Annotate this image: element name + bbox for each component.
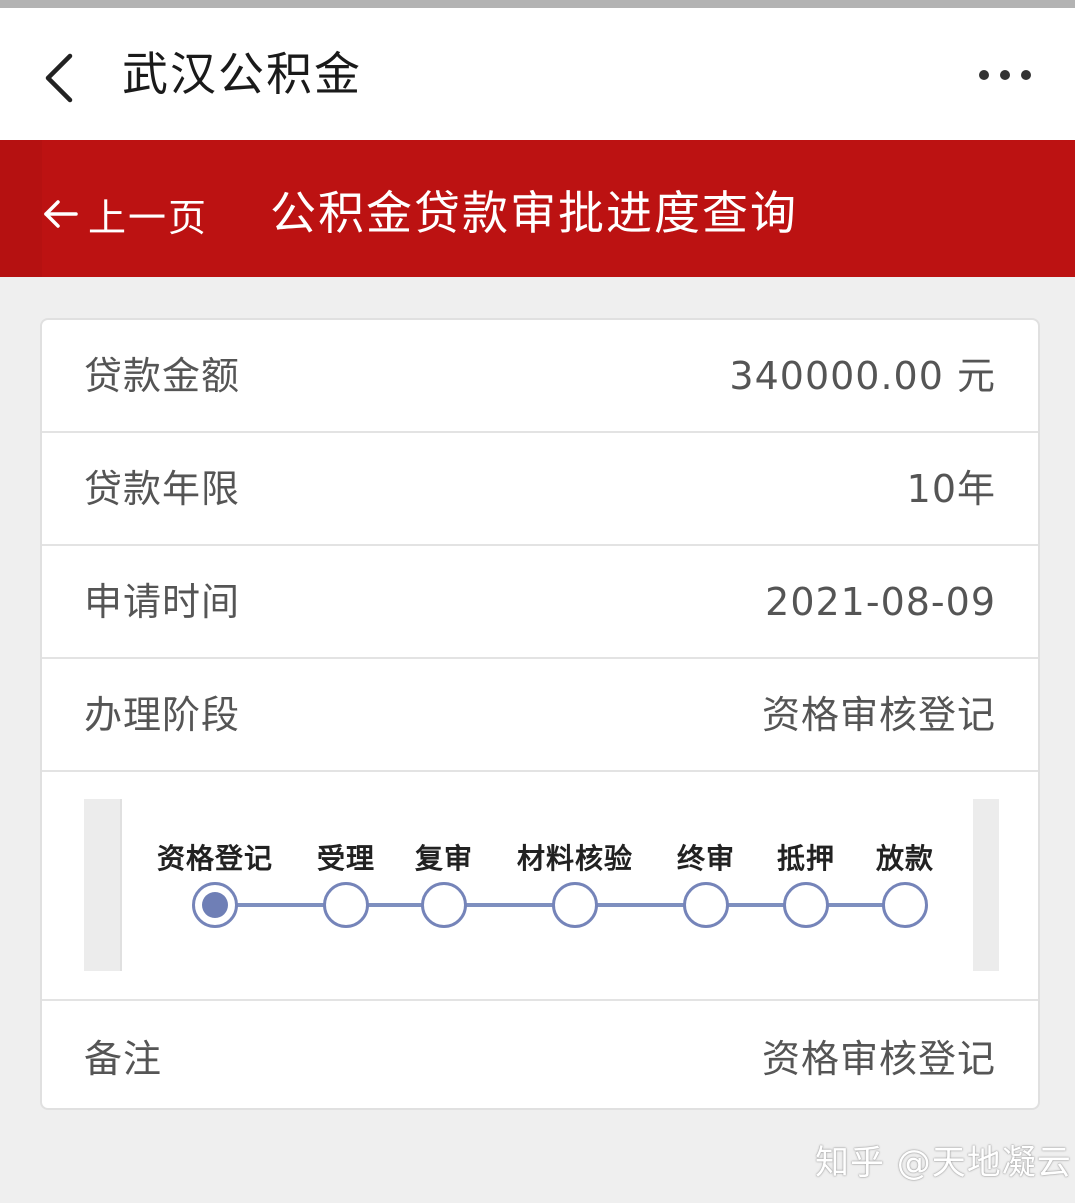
detail-row-remark: 备注 资格审核登记 — [42, 1001, 1038, 1109]
detail-value: 340000.00 元 — [729, 354, 996, 398]
scroll-right-handle[interactable] — [973, 799, 999, 971]
step-node-current[interactable] — [192, 882, 238, 928]
more-options-icon[interactable] — [975, 60, 1035, 90]
detail-value: 资格审核登记 — [761, 693, 996, 737]
loan-info-card: 贷款金额 340000.00 元 贷款年限 10年 申请时间 2021-08-0… — [40, 318, 1040, 1110]
page-title: 公积金贷款审批进度查询 — [270, 186, 798, 240]
detail-value: 10年 — [906, 467, 996, 511]
step-label: 抵押 — [776, 842, 836, 875]
step-label: 资格登记 — [156, 842, 274, 875]
app-bar: 武汉公积金 — [0, 8, 1075, 140]
status-bar-strip — [0, 0, 1075, 8]
detail-label: 申请时间 — [84, 580, 241, 624]
previous-page-link[interactable]: 上一页 — [40, 186, 208, 242]
step-label: 复审 — [414, 842, 474, 875]
remark-value: 资格审核登记 — [761, 1037, 996, 1081]
step-node[interactable] — [783, 882, 829, 928]
step-node[interactable] — [683, 882, 729, 928]
remark-label: 备注 — [84, 1037, 163, 1081]
step-label: 终审 — [676, 842, 736, 875]
step-label: 受理 — [316, 842, 376, 875]
detail-row-loan-amount: 贷款金额 340000.00 元 — [42, 320, 1038, 433]
step-node[interactable] — [421, 882, 467, 928]
app-title: 武汉公积金 — [122, 47, 362, 101]
step-node[interactable] — [882, 882, 928, 928]
header-edge — [0, 140, 42, 277]
detail-row-application-date: 申请时间 2021-08-09 — [42, 546, 1038, 659]
approval-progress: 资格登记 受理 复审 材料核验 终审 抵押 放款 — [42, 772, 1038, 1001]
step-label: 材料核验 — [516, 842, 634, 875]
step-node[interactable] — [552, 882, 598, 928]
scroll-left-handle[interactable] — [84, 799, 122, 971]
progress-steps[interactable]: 资格登记 受理 复审 材料核验 终审 抵押 放款 — [120, 799, 973, 971]
watermark: 知乎 @天地凝云 — [815, 1143, 1072, 1183]
detail-label: 办理阶段 — [84, 693, 241, 737]
previous-page-label: 上一页 — [88, 195, 209, 240]
back-chevron-icon[interactable] — [40, 48, 80, 108]
step-node[interactable] — [323, 882, 369, 928]
detail-value: 2021-08-09 — [765, 580, 996, 624]
detail-row-stage: 办理阶段 资格审核登记 — [42, 659, 1038, 772]
detail-label: 贷款年限 — [84, 467, 241, 511]
detail-label: 贷款金额 — [84, 354, 241, 398]
arrow-left-icon — [44, 200, 78, 228]
step-label: 放款 — [875, 842, 935, 875]
detail-row-loan-term: 贷款年限 10年 — [42, 433, 1038, 546]
